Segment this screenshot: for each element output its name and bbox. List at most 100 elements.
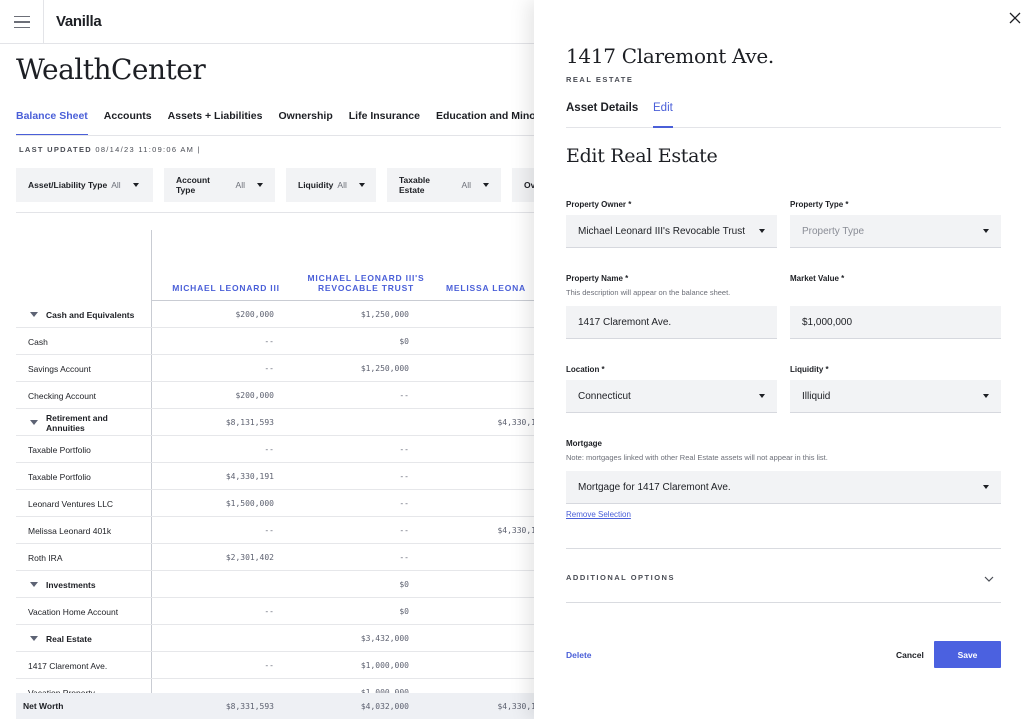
- tab-assets-liabilities[interactable]: Assets + Liabilities: [168, 104, 263, 135]
- table-cell: $1,000,000: [360, 661, 409, 670]
- table-cell: $4,330,1: [497, 526, 536, 535]
- filter-asset-liability-type[interactable]: Asset/Liability Type All: [16, 168, 153, 202]
- select-value: Connecticut: [578, 390, 631, 402]
- select-placeholder: Property Type: [802, 225, 865, 237]
- property-name-label: Property Name *: [566, 274, 629, 283]
- divider: [566, 548, 1001, 549]
- location-select[interactable]: Connecticut: [566, 380, 777, 413]
- last-updated-label: LAST UPDATED: [19, 145, 92, 154]
- close-icon[interactable]: [1008, 11, 1022, 25]
- row-label-text: Retirement and Annuities: [46, 412, 108, 433]
- filter-value: All: [111, 180, 121, 190]
- collapse-triangle-icon[interactable]: [30, 420, 38, 425]
- row-label-text: Vacation Home Account: [28, 606, 119, 617]
- row-label: Vacation Home Account: [28, 598, 146, 625]
- main-tabs: Balance Sheet Accounts Assets + Liabilit…: [16, 104, 536, 136]
- table-cell: $0: [399, 607, 409, 616]
- tab-asset-details[interactable]: Asset Details: [566, 102, 638, 128]
- cancel-button[interactable]: Cancel: [896, 650, 924, 660]
- row-label: Melissa Leonard 401k: [28, 517, 146, 544]
- caret-down-icon: [983, 394, 989, 398]
- row-label: Retirement and Annuities: [30, 409, 148, 436]
- property-name-input[interactable]: 1417 Claremont Ave.: [566, 306, 777, 339]
- row-label-text: Taxable Portfolio: [28, 444, 91, 455]
- menu-icon[interactable]: [0, 0, 44, 44]
- drawer-tabs: Asset Details Edit: [566, 100, 1001, 128]
- collapse-triangle-icon[interactable]: [30, 636, 38, 641]
- table-group-row[interactable]: Investments $0: [16, 571, 536, 598]
- property-type-select[interactable]: Property Type: [790, 215, 1001, 248]
- table-cell: [426, 328, 536, 355]
- delete-button[interactable]: Delete: [566, 650, 592, 660]
- table-cell: --: [399, 445, 409, 454]
- mortgage-select[interactable]: Mortgage for 1417 Claremont Ave.: [566, 471, 1001, 504]
- table-group-row[interactable]: Retirement and Annuities $8,131,593 $4,330…: [16, 409, 536, 436]
- drawer-subtitle: REAL ESTATE: [566, 75, 634, 84]
- row-label-text: 1417 Claremont Ave.: [28, 660, 108, 671]
- last-updated-value: 08/14/23 11:09:06 AM |: [95, 145, 201, 154]
- edit-drawer: 1417 Claremont Ave. REAL ESTATE Asset De…: [534, 0, 1024, 719]
- tab-accounts[interactable]: Accounts: [104, 104, 152, 135]
- liquidity-select[interactable]: Illiquid: [790, 380, 1001, 413]
- row-label-text: Investments: [46, 579, 96, 590]
- table-cell: $4,330,191: [225, 472, 274, 481]
- table-row: Taxable Portfolio $4,330,191 --: [16, 463, 536, 490]
- tab-life-insurance[interactable]: Life Insurance: [349, 104, 420, 135]
- input-value: 1417 Claremont Ave.: [578, 316, 672, 328]
- column-header[interactable]: MELISSA LEONA: [446, 283, 536, 293]
- table-cell: $8,131,593: [225, 418, 274, 427]
- table-cell: $2,301,402: [225, 553, 274, 562]
- chevron-down-icon[interactable]: [984, 571, 994, 582]
- select-value: Mortgage for 1417 Claremont Ave.: [578, 481, 731, 493]
- column-header[interactable]: MICHAEL LEONARD III'S REVOCABLE TRUST: [291, 273, 441, 293]
- page-title: WealthCenter: [16, 53, 206, 86]
- column-header[interactable]: MICHAEL LEONARD III: [166, 283, 286, 293]
- additional-options-toggle[interactable]: ADDITIONAL OPTIONS: [566, 573, 675, 582]
- tab-balance-sheet[interactable]: Balance Sheet: [16, 104, 88, 135]
- caret-down-icon: [983, 485, 989, 489]
- tab-edit[interactable]: Edit: [653, 102, 673, 128]
- filter-liquidity[interactable]: Liquidity All: [286, 168, 376, 202]
- row-label: Cash: [28, 328, 146, 355]
- row-label: Roth IRA: [28, 544, 146, 571]
- table-row: Roth IRA $2,301,402 --: [16, 544, 536, 571]
- tab-education-minors[interactable]: Education and Minors' Ac: [436, 104, 536, 135]
- row-label-text: Cash and Equivalents: [46, 309, 135, 320]
- filter-value: All: [337, 180, 347, 190]
- row-label-text: Leonard Ventures LLC: [28, 498, 114, 509]
- table-cell: [426, 355, 536, 382]
- market-value-input[interactable]: $1,000,000: [790, 306, 1001, 339]
- remove-selection-link[interactable]: Remove Selection: [566, 510, 631, 519]
- table-cell: --: [264, 337, 274, 346]
- table-cell: --: [264, 364, 274, 373]
- row-label: Savings Account: [28, 355, 146, 382]
- select-value: Michael Leonard III's Revocable Trust: [578, 225, 745, 237]
- net-worth-label: Net Worth: [23, 701, 64, 711]
- table-cell: $200,000: [235, 391, 274, 400]
- save-button[interactable]: Save: [934, 641, 1001, 668]
- table-cell: $200,000: [235, 310, 274, 319]
- filter-bar: Asset/Liability Type All Account Type Al…: [16, 168, 536, 202]
- collapse-triangle-icon[interactable]: [30, 582, 38, 587]
- row-label-text: Melissa Leonard 401k: [28, 525, 112, 536]
- row-label: Checking Account: [28, 382, 146, 409]
- table-cell: [156, 571, 274, 598]
- filter-account-type[interactable]: Account Type All: [164, 168, 275, 202]
- table-group-row[interactable]: Real Estate $3,432,000: [16, 625, 536, 652]
- table-group-row[interactable]: Cash and Equivalents $200,000 $1,250,000: [16, 301, 536, 328]
- table-cell: [291, 409, 409, 436]
- collapse-triangle-icon[interactable]: [30, 312, 38, 317]
- tab-ownership[interactable]: Ownership: [278, 104, 332, 135]
- filter-ownership[interactable]: Ov: [512, 168, 536, 202]
- table-row: Leonard Ventures LLC $1,500,000 --: [16, 490, 536, 517]
- filter-taxable-estate[interactable]: Taxable Estate All: [387, 168, 501, 202]
- table-cell: --: [399, 526, 409, 535]
- table-cell: $3,432,000: [360, 634, 409, 643]
- filter-label: Taxable Estate: [399, 175, 431, 195]
- row-label: Leonard Ventures LLC: [28, 490, 146, 517]
- row-label: Taxable Portfolio: [28, 463, 146, 490]
- form-heading: Edit Real Estate: [566, 145, 718, 167]
- liquidity-label: Liquidity *: [790, 365, 829, 374]
- row-label-text: Savings Account: [28, 363, 91, 374]
- property-owner-select[interactable]: Michael Leonard III's Revocable Trust: [566, 215, 777, 248]
